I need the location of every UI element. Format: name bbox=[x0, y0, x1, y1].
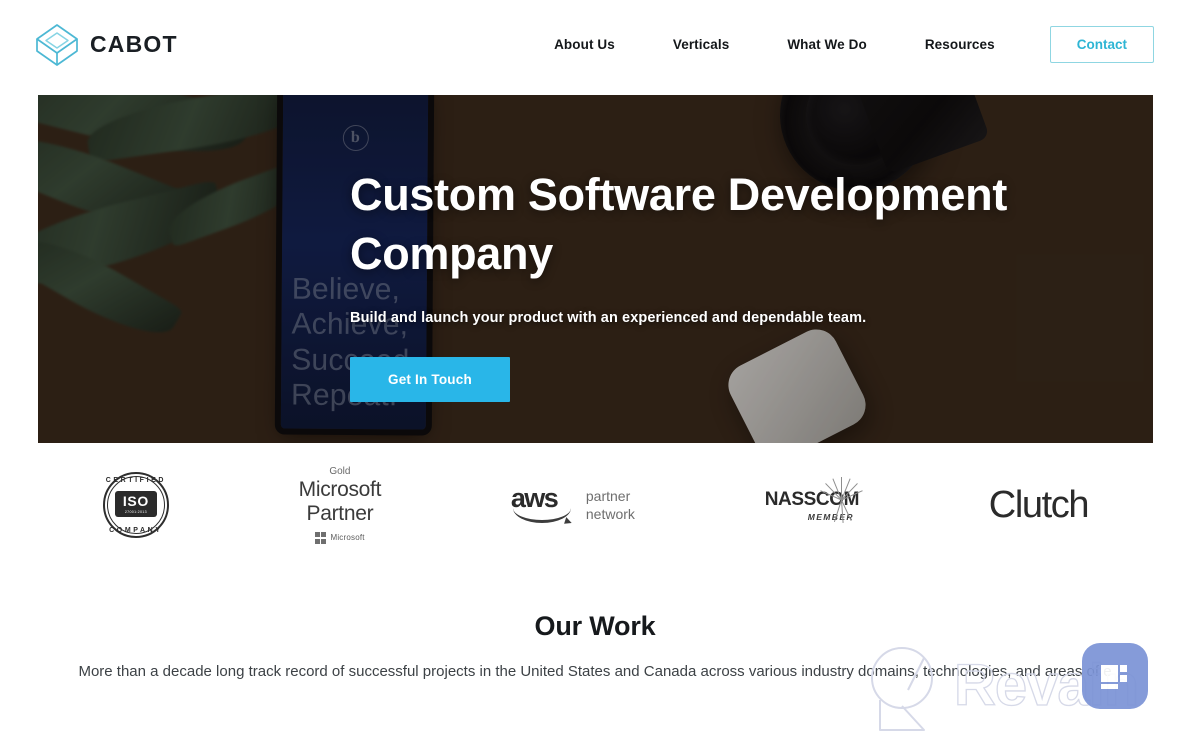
microsoft-squares-icon bbox=[315, 532, 327, 544]
aws-line1: partner bbox=[585, 487, 631, 504]
nav-item-resources[interactable]: Resources bbox=[896, 37, 1024, 52]
partner-logo-aws: aws partner network bbox=[511, 485, 635, 525]
nav-item-about-us[interactable]: About Us bbox=[525, 37, 644, 52]
iso-standard-label: 27001:2013 bbox=[124, 510, 147, 514]
nasscom-burst-icon bbox=[819, 476, 865, 523]
hero-title: Custom Software Development Company bbox=[350, 169, 1008, 280]
brand-name: CABOT bbox=[90, 31, 178, 57]
aws-partner-network-label: partner network bbox=[586, 487, 635, 524]
microsoft-partner-label: Partner bbox=[306, 501, 374, 525]
our-work-description: More than a decade long track record of … bbox=[78, 663, 1112, 680]
hero-content: Custom Software Development Company Buil… bbox=[350, 165, 1040, 402]
iso-arc-bottom-label: COMPANY bbox=[109, 527, 163, 534]
aws-mark: aws bbox=[511, 485, 573, 525]
chat-widget-button[interactable] bbox=[1082, 643, 1148, 709]
magnifier-q-icon bbox=[871, 647, 933, 731]
microsoft-label: Microsoft bbox=[298, 478, 382, 502]
nav-item-verticals[interactable]: Verticals bbox=[644, 37, 758, 52]
iso-core-label: ISO bbox=[122, 493, 149, 509]
partner-logo-nasscom: NASSCOM MEMBER bbox=[765, 476, 863, 523]
aws-partner-network-icon: aws partner network bbox=[511, 485, 635, 525]
chat-widget-icon bbox=[1101, 662, 1129, 690]
microsoft-tier-label: Gold bbox=[329, 466, 351, 478]
hero-banner: b Believe, Achieve, Succeed, Repeat. Cus… bbox=[38, 95, 1153, 443]
hero-subtitle: Build and launch your product with an ex… bbox=[350, 309, 867, 326]
microsoft-gold-partner-icon: Gold Microsoft Partner Microsoft bbox=[299, 466, 381, 544]
partner-logos-strip: CERTIFIED ISO 27001:2013 COMPANY Gold Mi… bbox=[38, 455, 1153, 555]
iso-certified-icon: CERTIFIED ISO 27001:2013 COMPANY bbox=[102, 472, 169, 538]
cabot-cube-icon bbox=[36, 23, 78, 66]
microsoft-footer-label: Microsoft bbox=[330, 532, 365, 542]
brand-logo[interactable]: CABOT bbox=[33, 21, 178, 69]
page-root: CABOT About Us Verticals What We Do Reso… bbox=[0, 0, 1190, 753]
iso-arc-top-label: CERTIFIED bbox=[105, 477, 167, 484]
main-nav: About Us Verticals What We Do Resources … bbox=[525, 26, 1154, 63]
get-in-touch-button[interactable]: Get In Touch bbox=[350, 356, 510, 402]
our-work-title: Our Work bbox=[534, 611, 656, 641]
microsoft-footer: Microsoft bbox=[299, 532, 381, 544]
iso-core: ISO 27001:2013 bbox=[114, 491, 157, 517]
aws-line2: network bbox=[585, 506, 635, 522]
site-header: CABOT About Us Verticals What We Do Reso… bbox=[0, 0, 1190, 89]
partner-logo-microsoft: Gold Microsoft Partner Microsoft bbox=[299, 466, 381, 544]
nasscom-member-icon: NASSCOM MEMBER bbox=[765, 476, 863, 523]
aws-swoosh-icon bbox=[512, 508, 571, 523]
nav-item-what-we-do[interactable]: What We Do bbox=[758, 37, 896, 52]
partner-logo-clutch: Clutch bbox=[988, 483, 1090, 527]
contact-button[interactable]: Contact bbox=[1049, 26, 1154, 63]
partner-logo-iso: CERTIFIED ISO 27001:2013 COMPANY bbox=[102, 472, 169, 538]
clutch-label: Clutch bbox=[988, 483, 1090, 526]
